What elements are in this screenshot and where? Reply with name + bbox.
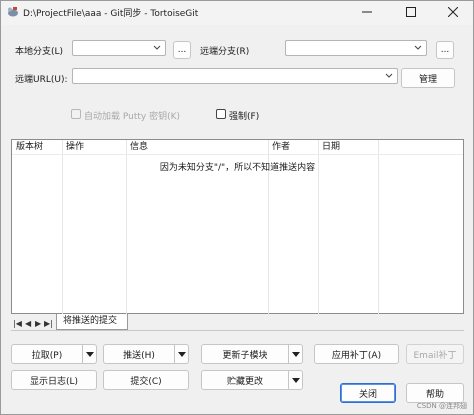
manage-button[interactable]: 管理 [401, 68, 455, 88]
remote-url-combo[interactable] [72, 68, 398, 84]
pull-button[interactable]: 拉取(P) [11, 344, 83, 364]
title-bar: D:\ProjectFile\aaa - Git同步 - TortoiseGit [1, 1, 473, 25]
email-patch-button[interactable]: Email补丁 [406, 344, 464, 364]
remote-branch-combo[interactable] [285, 40, 427, 56]
caret-down-icon [292, 352, 300, 357]
close-icon [448, 7, 458, 17]
commit-button[interactable]: 提交(C) [103, 370, 189, 390]
remote-url-label: 远端URL(U): [15, 75, 68, 85]
tab-divider [11, 330, 464, 331]
header-divider [12, 154, 463, 155]
tab-commits-to-push[interactable]: 将推送的提交 [56, 314, 129, 330]
stash-dropdown[interactable] [289, 370, 303, 390]
local-branch-combo[interactable] [72, 40, 166, 56]
force-checkbox[interactable] [216, 109, 226, 119]
window-title: D:\ProjectFile\aaa - Git同步 - TortoiseGit [23, 9, 199, 19]
column-header-message[interactable]: 信息 [128, 140, 148, 154]
stash-split-button: 贮藏更改 [201, 370, 303, 390]
local-branch-browse-button[interactable]: ... [173, 41, 191, 59]
push-button[interactable]: 推送(H) [103, 344, 175, 364]
autoload-putty-checkbox[interactable] [71, 109, 81, 119]
git-sync-dialog: D:\ProjectFile\aaa - Git同步 - TortoiseGit… [0, 0, 474, 415]
pull-dropdown[interactable] [83, 344, 97, 364]
pull-split-button: 拉取(P) [11, 344, 97, 364]
commits-list[interactable]: 版本树 操作 信息 作者 日期 因为未知分支"/"，所以不知道推送内容 [11, 139, 464, 315]
caret-down-icon [292, 378, 300, 383]
tab-prev-icon[interactable]: ◀ [25, 319, 31, 328]
caret-down-icon [178, 352, 186, 357]
local-branch-label: 本地分支(L) [15, 47, 64, 57]
show-log-button[interactable]: 显示日志(L) [11, 370, 97, 390]
close-button[interactable]: 关闭 [340, 383, 396, 403]
tab-first-icon[interactable]: |◀ [13, 319, 22, 328]
help-button[interactable]: 帮助 [406, 383, 464, 403]
remote-branch-browse-button[interactable]: ... [436, 41, 454, 59]
close-window-button[interactable] [433, 1, 473, 23]
update-submodules-split-button: 更新子模块 [201, 344, 303, 364]
column-header-date[interactable]: 日期 [320, 140, 340, 154]
column-header-action[interactable]: 操作 [64, 140, 84, 154]
empty-list-message: 因为未知分支"/"，所以不知道推送内容 [159, 163, 316, 173]
maximize-button[interactable] [391, 1, 431, 23]
update-submodules-dropdown[interactable] [289, 344, 303, 364]
watermark-text: CSDN @连邦翅 [416, 402, 467, 410]
apply-patch-button[interactable]: 应用补丁(A) [314, 344, 399, 364]
minimize-button[interactable] [347, 1, 387, 23]
chevron-down-icon [414, 45, 422, 50]
tab-next-icon[interactable]: ▶ [35, 319, 41, 328]
push-dropdown[interactable] [175, 344, 189, 364]
tortoisegit-icon [8, 7, 18, 17]
force-label: 强制(F) [229, 112, 260, 122]
minimize-icon [362, 11, 372, 13]
stash-button[interactable]: 贮藏更改 [201, 370, 289, 390]
caret-down-icon [86, 352, 94, 357]
push-split-button: 推送(H) [103, 344, 189, 364]
chevron-down-icon [385, 73, 393, 78]
chevron-down-icon [153, 45, 161, 50]
tab-last-icon[interactable]: ▶| [44, 319, 53, 328]
maximize-icon [406, 7, 416, 17]
update-submodules-button[interactable]: 更新子模块 [201, 344, 289, 364]
column-header-author[interactable]: 作者 [270, 140, 290, 154]
autoload-putty-label: 自动加载 Putty 密钥(K) [84, 112, 181, 122]
remote-branch-label: 远端分支(R) [200, 47, 250, 57]
column-header-graph[interactable]: 版本树 [14, 140, 43, 154]
